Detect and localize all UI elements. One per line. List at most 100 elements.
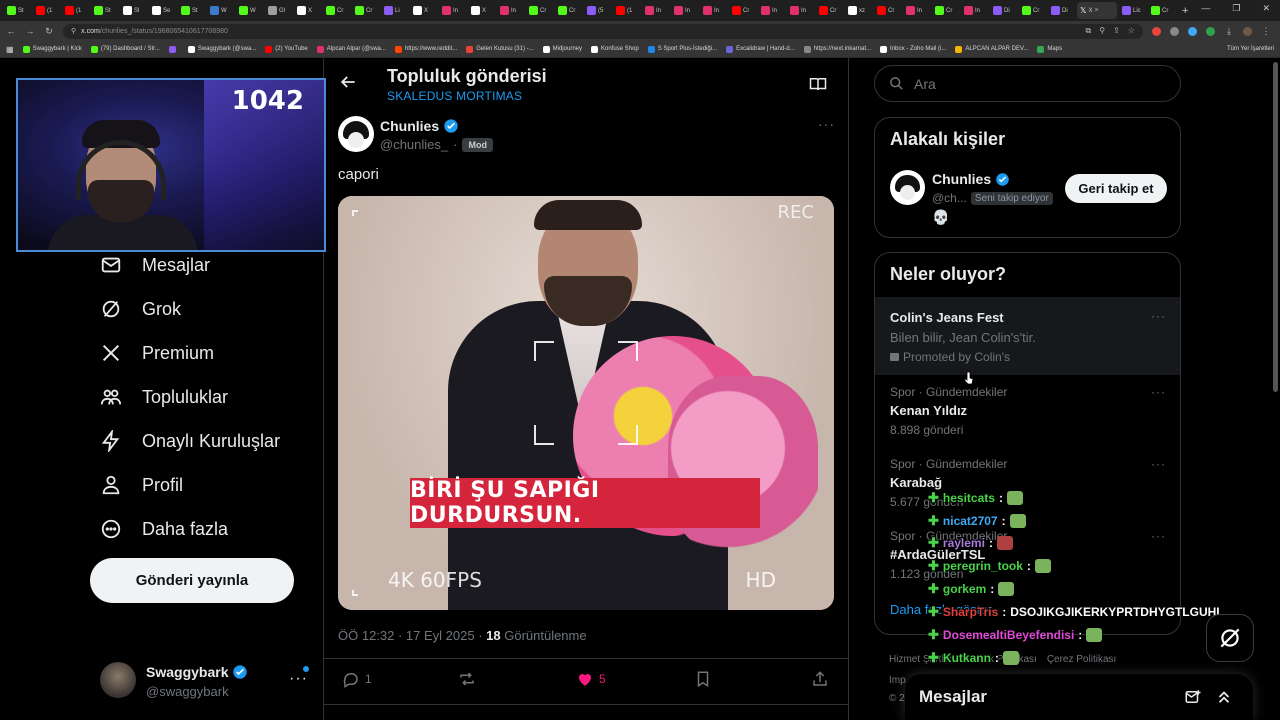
maximize-button[interactable]: ❐ [1232, 3, 1240, 14]
trend-more-icon[interactable]: ··· [1151, 529, 1166, 543]
bookmark-item[interactable]: S Sport Plus-İstediği... [647, 45, 717, 53]
trend-item-promoted[interactable]: Colin's Jeans Fest Bilen bilir, Jean Col… [875, 297, 1180, 375]
author-handle[interactable]: @chunlies_ [380, 137, 448, 152]
search-input[interactable]: Ara [874, 65, 1181, 102]
browser-tab[interactable]: Cr [729, 2, 756, 19]
account-switcher[interactable]: Swaggybark @swaggybark ··· [100, 662, 310, 702]
new-tab-button[interactable]: + [1177, 5, 1193, 17]
browser-tab[interactable]: Di [990, 2, 1017, 19]
related-avatar[interactable] [890, 170, 925, 205]
browser-tab[interactable]: In [787, 2, 814, 19]
browser-tab[interactable]: X [468, 2, 495, 19]
close-tab-icon[interactable]: × [1094, 7, 1098, 14]
zoom-icon[interactable]: ⚲ [1099, 26, 1105, 36]
bookmark-item[interactable]: Alpcan Alpar (@swa... [316, 45, 386, 53]
reload-icon[interactable]: ↻ [44, 26, 54, 37]
browser-tab[interactable]: In [671, 2, 698, 19]
nav-item-verified-orgs[interactable]: Onaylı Kuruluşlar [100, 430, 280, 452]
trend-item[interactable]: Spor · Gündemdekiler Karabağ 5.677 gönde… [875, 447, 1180, 519]
bookmark-item[interactable] [168, 45, 179, 53]
browser-tab[interactable]: In [700, 2, 727, 19]
extension-icon[interactable] [1206, 26, 1215, 36]
back-arrow-icon[interactable] [338, 72, 358, 92]
community-name-link[interactable]: SKALEDUS MORTIMAS [387, 89, 522, 103]
browser-tab-active[interactable]: 𝕏 X × [1077, 2, 1117, 19]
forward-nav-icon[interactable]: → [25, 26, 35, 36]
install-icon[interactable]: ⧉ [1086, 26, 1092, 36]
bookmark-item[interactable]: Midjourney [542, 45, 582, 53]
browser-tab[interactable]: St [91, 2, 118, 19]
bookmark-item[interactable]: Konfuse Shop [591, 45, 639, 53]
page-scrollbar[interactable] [1273, 62, 1278, 392]
browser-tab[interactable]: X [294, 2, 321, 19]
bookmark-item[interactable]: Inbox - Zoho Mail (i... [880, 45, 946, 53]
all-bookmarks-link[interactable]: Tüm Yer İşaretleri [1227, 46, 1274, 52]
browser-tab[interactable]: Cr [816, 2, 843, 19]
browser-tab[interactable]: W [207, 2, 234, 19]
browser-tab[interactable]: Se [149, 2, 176, 19]
footer-link[interactable]: Imp [889, 675, 906, 686]
extension-icon[interactable] [1170, 26, 1179, 36]
browser-tab[interactable]: In [961, 2, 988, 19]
share-button[interactable] [811, 670, 829, 688]
close-window-button[interactable]: ✕ [1262, 3, 1270, 14]
nav-item-more[interactable]: Daha fazla [100, 518, 228, 540]
bookmark-item[interactable]: https://next.inkarnat... [803, 45, 871, 53]
browser-tab[interactable]: W [236, 2, 263, 19]
bookmark-item[interactable]: Swaggybark (@swa... [187, 45, 256, 53]
post-video[interactable]: REC BİRİ ŞU SAPIĞI DURDURSUN. 4K 60FPS H… [338, 196, 834, 610]
site-info-icon[interactable]: ⚲ [71, 27, 76, 35]
extension-icon[interactable] [1188, 26, 1197, 36]
share-icon[interactable]: ⇪ [1113, 26, 1120, 36]
new-message-icon[interactable] [1184, 688, 1202, 706]
browser-tab[interactable]: St [4, 2, 31, 19]
back-nav-icon[interactable]: ← [6, 26, 16, 36]
browser-tab[interactable]: St [178, 2, 205, 19]
url-input[interactable]: ⚲ x.com/chunlies_/status/196806541061770… [63, 23, 1143, 39]
author-avatar[interactable] [338, 116, 374, 152]
browser-tab[interactable]: In [642, 2, 669, 19]
browser-tab[interactable]: In [497, 2, 524, 19]
browser-tab[interactable]: Li [381, 2, 408, 19]
footer-link[interactable]: Çerez Politikası [1047, 654, 1116, 665]
nav-item-premium[interactable]: Premium [100, 342, 214, 364]
nav-item-grok[interactable]: Grok [100, 298, 181, 320]
profile-avatar-icon[interactable] [1243, 26, 1252, 36]
download-icon[interactable]: ⤓ [1224, 26, 1234, 37]
browser-tab[interactable]: Cr [555, 2, 582, 19]
reply-button[interactable]: 1 [342, 670, 372, 688]
grok-button[interactable] [1206, 614, 1254, 662]
browser-tab[interactable]: Cr [323, 2, 350, 19]
browser-tab[interactable]: Gl [265, 2, 292, 19]
bookmark-item[interactable]: Gelen Kutusu (31) -... [466, 45, 534, 53]
trend-more-icon[interactable]: ··· [1151, 385, 1166, 399]
bookmark-item[interactable]: Maps [1037, 45, 1062, 53]
trend-item[interactable]: Spor · Gündemdekiler Kenan Yıldız 8.898 … [875, 375, 1180, 447]
browser-tab[interactable]: In [758, 2, 785, 19]
browser-tab[interactable]: Cr [352, 2, 379, 19]
browser-tab[interactable]: (1 [613, 2, 640, 19]
apps-grid-icon[interactable]: ▦ [6, 45, 14, 54]
post-time[interactable]: ÖÖ 12:32 · 17 Eyl 2025 · [338, 628, 486, 643]
expand-up-icon[interactable] [1215, 688, 1233, 706]
messages-drawer[interactable]: Mesajlar [905, 674, 1253, 720]
related-name[interactable]: Chunlies [932, 171, 1010, 187]
trend-more-icon[interactable]: ··· [1151, 457, 1166, 471]
browser-tab[interactable]: Cr [1019, 2, 1046, 19]
bookmark-item[interactable]: Swaggybark | Kick [22, 45, 82, 53]
browser-tab[interactable]: Lic [1119, 2, 1146, 19]
bookmark-item[interactable]: (2) YouTube [265, 45, 308, 53]
like-button[interactable]: 5 [576, 670, 606, 688]
bookmark-item[interactable]: Excalidraw | Hand-d... [726, 45, 795, 53]
bookmark-button[interactable] [694, 670, 712, 688]
trend-more-icon[interactable]: ··· [1151, 309, 1166, 323]
nav-item-communities[interactable]: Topluluklar [100, 386, 228, 408]
extension-icon[interactable] [1152, 26, 1161, 36]
browser-tab[interactable]: xz [845, 2, 872, 19]
browser-tab[interactable]: Sl [120, 2, 147, 19]
post-button[interactable]: Gönderi yayınla [90, 558, 294, 603]
minimize-button[interactable]: — [1201, 3, 1210, 14]
nav-item-profile[interactable]: Profil [100, 474, 183, 496]
browser-tab[interactable]: In [903, 2, 930, 19]
author-name[interactable]: Chunlies [380, 118, 459, 134]
